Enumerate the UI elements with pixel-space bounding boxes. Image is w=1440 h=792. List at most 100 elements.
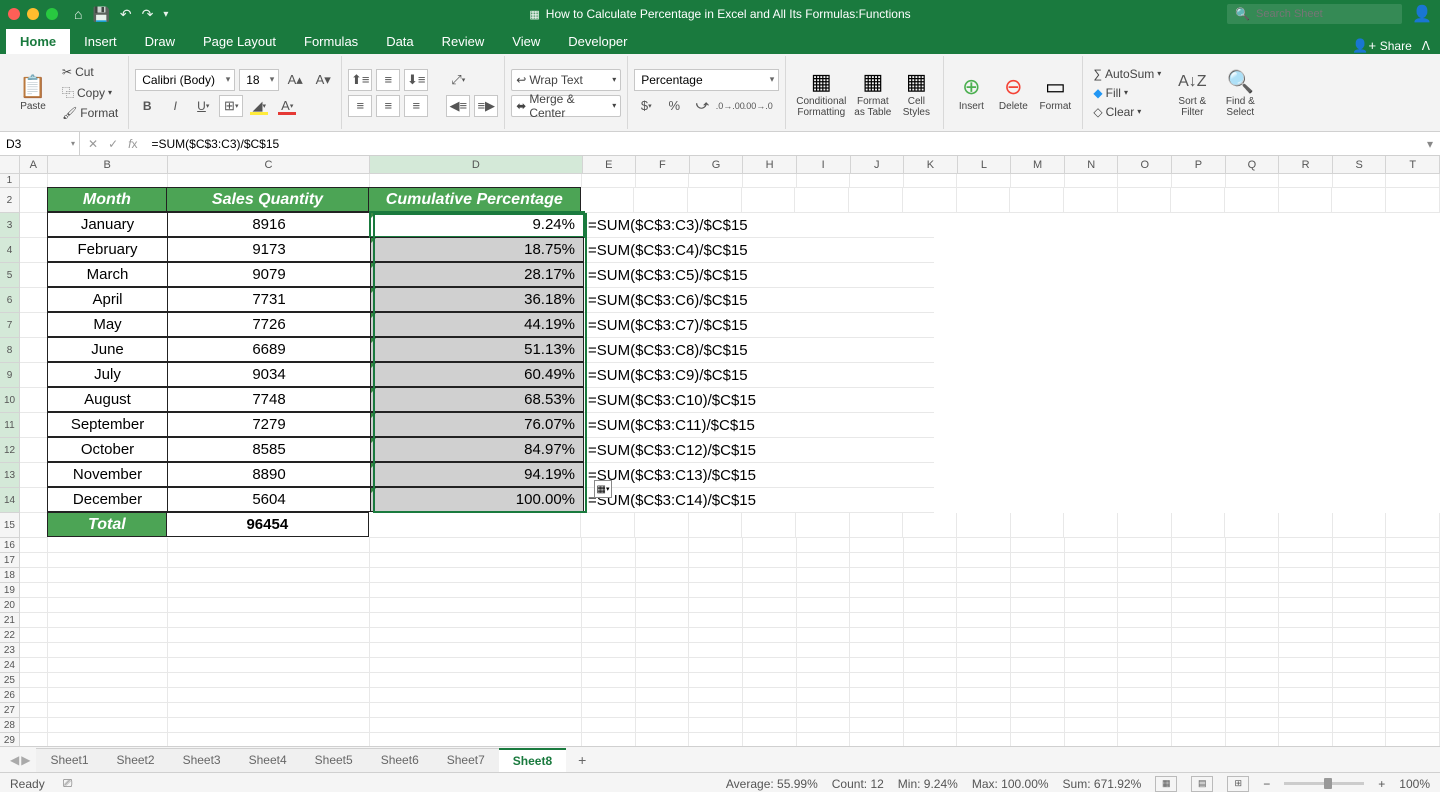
tab-data[interactable]: Data bbox=[372, 29, 427, 54]
row-header-1[interactable]: 1 bbox=[0, 174, 20, 188]
cell-S21[interactable] bbox=[1333, 613, 1387, 628]
row-header-14[interactable]: 14 bbox=[0, 488, 20, 513]
cell-P25[interactable] bbox=[1172, 673, 1226, 688]
cell-R19[interactable] bbox=[1279, 583, 1333, 598]
tab-page-layout[interactable]: Page Layout bbox=[189, 29, 290, 54]
row-header-16[interactable]: 16 bbox=[0, 538, 20, 553]
cell-O24[interactable] bbox=[1118, 658, 1172, 673]
cell-H25[interactable] bbox=[743, 673, 797, 688]
profile-icon[interactable]: 👤 bbox=[1412, 4, 1432, 24]
cell-B1[interactable] bbox=[48, 174, 168, 188]
cell-A25[interactable] bbox=[20, 673, 48, 688]
cell-P15[interactable] bbox=[1172, 513, 1226, 538]
cell-J24[interactable] bbox=[850, 658, 904, 673]
cell-F16[interactable] bbox=[636, 538, 690, 553]
cell-N21[interactable] bbox=[1065, 613, 1119, 628]
row-header-21[interactable]: 21 bbox=[0, 613, 20, 628]
font-size-select[interactable]: 18 bbox=[239, 69, 279, 91]
cell-B20[interactable] bbox=[48, 598, 168, 613]
cell-B3[interactable]: January bbox=[47, 212, 168, 237]
cell-O17[interactable] bbox=[1118, 553, 1172, 568]
cell-A8[interactable] bbox=[20, 338, 48, 363]
cell-E20[interactable] bbox=[582, 598, 636, 613]
cell-A24[interactable] bbox=[20, 658, 48, 673]
cell-J1[interactable] bbox=[850, 174, 904, 188]
cell-H21[interactable] bbox=[743, 613, 797, 628]
row-header-7[interactable]: 7 bbox=[0, 313, 20, 338]
cell-B7[interactable]: May bbox=[47, 312, 168, 337]
cell-G28[interactable] bbox=[689, 718, 743, 733]
cell-S28[interactable] bbox=[1333, 718, 1387, 733]
row-header-15[interactable]: 15 bbox=[0, 513, 20, 538]
cell-H23[interactable] bbox=[743, 643, 797, 658]
cell-P17[interactable] bbox=[1172, 553, 1226, 568]
cell-C18[interactable] bbox=[168, 568, 370, 583]
cell-B18[interactable] bbox=[48, 568, 168, 583]
cell-C21[interactable] bbox=[168, 613, 370, 628]
cell-C25[interactable] bbox=[168, 673, 370, 688]
cell-G21[interactable] bbox=[689, 613, 743, 628]
cell-H29[interactable] bbox=[743, 733, 797, 746]
cell-F29[interactable] bbox=[636, 733, 690, 746]
cell-E3[interactable]: =SUM($C$3:C3)/$C$15 bbox=[584, 213, 934, 238]
cell-H28[interactable] bbox=[743, 718, 797, 733]
cell-E8[interactable]: =SUM($C$3:C8)/$C$15 bbox=[584, 338, 934, 363]
cell-C17[interactable] bbox=[168, 553, 370, 568]
cell-C15[interactable]: 96454 bbox=[166, 512, 369, 537]
sort-filter-button[interactable]: A↓ZSort & Filter bbox=[1171, 66, 1213, 120]
cell-S18[interactable] bbox=[1333, 568, 1387, 583]
cell-I2[interactable] bbox=[795, 188, 849, 213]
cell-T16[interactable] bbox=[1386, 538, 1440, 553]
tab-view[interactable]: View bbox=[498, 29, 554, 54]
tab-nav-next[interactable]: ▶ bbox=[21, 753, 30, 767]
cell-D29[interactable] bbox=[370, 733, 582, 746]
cell-T19[interactable] bbox=[1386, 583, 1440, 598]
cell-C16[interactable] bbox=[168, 538, 370, 553]
cell-H1[interactable] bbox=[743, 174, 797, 188]
cell-N1[interactable] bbox=[1065, 174, 1119, 188]
cell-J17[interactable] bbox=[850, 553, 904, 568]
conditional-formatting-button[interactable]: ▦Conditional Formatting bbox=[792, 66, 850, 120]
decrease-font-icon[interactable]: A▾ bbox=[311, 69, 335, 91]
cell-E14[interactable]: =SUM($C$3:C14)/$C$15 bbox=[584, 488, 934, 513]
cell-A10[interactable] bbox=[20, 388, 48, 413]
cell-B24[interactable] bbox=[48, 658, 168, 673]
cell-D7[interactable]: 44.19% bbox=[370, 312, 584, 337]
cell-E11[interactable]: =SUM($C$3:C11)/$C$15 bbox=[584, 413, 934, 438]
cell-O29[interactable] bbox=[1118, 733, 1172, 746]
border-button[interactable]: ⊞▾ bbox=[219, 95, 243, 117]
qat-more-icon[interactable]: ▾ bbox=[163, 9, 168, 20]
cell-I17[interactable] bbox=[797, 553, 851, 568]
cell-M19[interactable] bbox=[1011, 583, 1065, 598]
page-layout-view[interactable]: ▤ bbox=[1191, 776, 1213, 792]
cell-T17[interactable] bbox=[1386, 553, 1440, 568]
cell-H16[interactable] bbox=[743, 538, 797, 553]
sheet-tab-sheet5[interactable]: Sheet5 bbox=[301, 748, 367, 772]
increase-indent[interactable]: ≡▶ bbox=[474, 95, 498, 117]
cell-E6[interactable]: =SUM($C$3:C6)/$C$15 bbox=[584, 288, 934, 313]
col-header-E[interactable]: E bbox=[583, 156, 637, 173]
cell-T2[interactable] bbox=[1386, 188, 1440, 213]
cell-I24[interactable] bbox=[797, 658, 851, 673]
cell-M29[interactable] bbox=[1011, 733, 1065, 746]
cell-O18[interactable] bbox=[1118, 568, 1172, 583]
decrease-indent[interactable]: ◀≡ bbox=[446, 95, 470, 117]
cell-I28[interactable] bbox=[797, 718, 851, 733]
cell-R18[interactable] bbox=[1279, 568, 1333, 583]
cell-I29[interactable] bbox=[797, 733, 851, 746]
cell-P20[interactable] bbox=[1172, 598, 1226, 613]
cell-C11[interactable]: 7279 bbox=[167, 412, 371, 437]
cell-A20[interactable] bbox=[20, 598, 48, 613]
cell-C6[interactable]: 7731 bbox=[167, 287, 371, 312]
cell-R23[interactable] bbox=[1279, 643, 1333, 658]
cell-R27[interactable] bbox=[1279, 703, 1333, 718]
col-header-F[interactable]: F bbox=[636, 156, 690, 173]
cell-S19[interactable] bbox=[1333, 583, 1387, 598]
cell-P28[interactable] bbox=[1172, 718, 1226, 733]
cell-L22[interactable] bbox=[957, 628, 1011, 643]
cell-O26[interactable] bbox=[1118, 688, 1172, 703]
cell-J26[interactable] bbox=[850, 688, 904, 703]
col-header-J[interactable]: J bbox=[851, 156, 905, 173]
zoom-slider[interactable] bbox=[1284, 782, 1364, 785]
cell-G27[interactable] bbox=[689, 703, 743, 718]
